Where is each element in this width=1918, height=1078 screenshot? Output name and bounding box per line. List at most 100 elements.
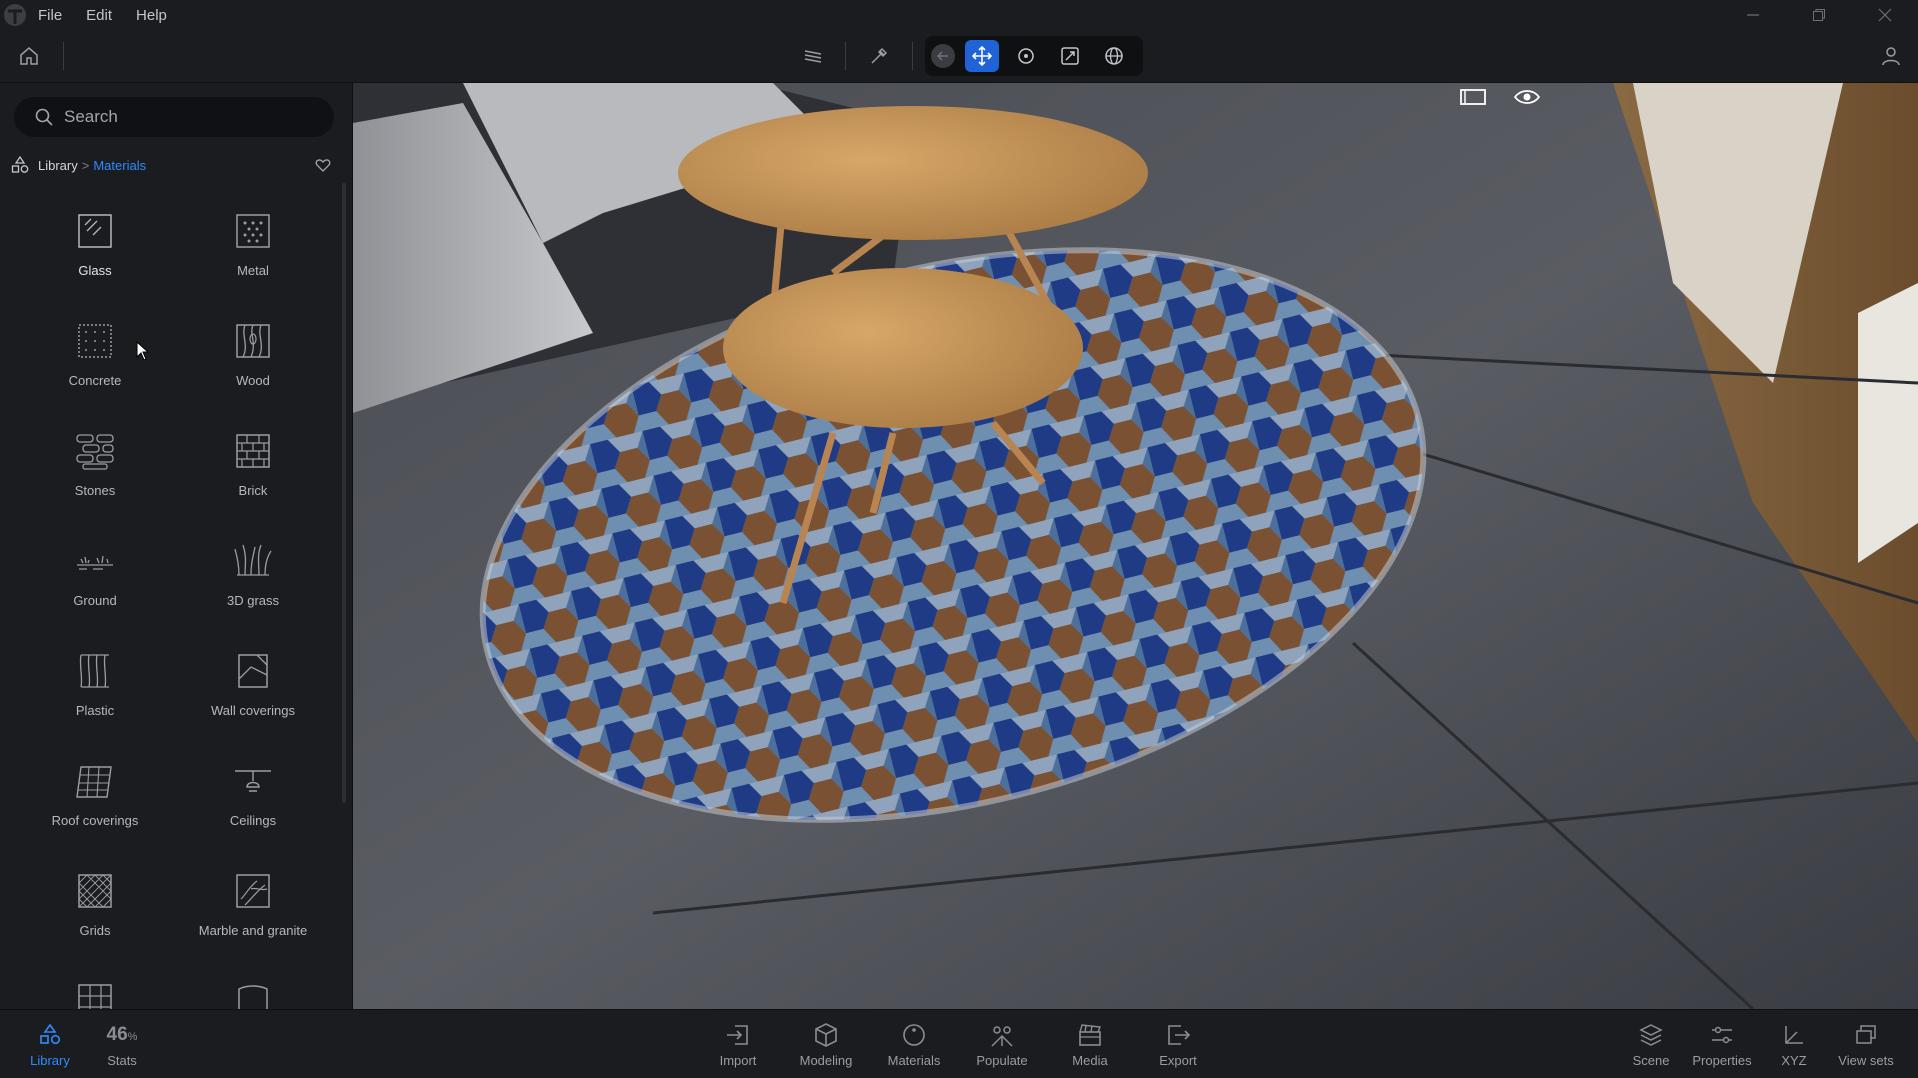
search-box[interactable] <box>14 97 334 137</box>
home-button[interactable] <box>14 30 44 82</box>
stats-value: 46 <box>106 1024 128 1045</box>
modeling-tab[interactable]: Modeling <box>786 1010 866 1078</box>
rotate-icon <box>1018 48 1034 64</box>
menu-edit[interactable]: Edit <box>86 7 112 24</box>
user-account-button[interactable] <box>1876 30 1906 82</box>
scale-icon <box>1061 47 1079 65</box>
category-wall-coverings[interactable]: Wall coverings <box>178 641 328 741</box>
move-tool-button[interactable] <box>965 40 999 72</box>
category-tiles-partial[interactable] <box>20 971 170 1009</box>
3d-viewport[interactable] <box>353 83 1918 1009</box>
category-metal[interactable]: Metal <box>178 201 328 301</box>
breadcrumb: Library > Materials <box>10 153 146 177</box>
ceilings-icon <box>235 770 271 792</box>
properties-tab[interactable]: Properties <box>1682 1010 1762 1078</box>
category-roof-coverings[interactable]: Roof coverings <box>20 751 170 851</box>
axes-icon <box>1785 1026 1803 1044</box>
glass-icon <box>78 214 112 248</box>
menu-file[interactable]: File <box>38 7 62 24</box>
breadcrumb-library[interactable]: Library <box>38 158 78 173</box>
plastic-icon <box>79 654 109 688</box>
transform-tools <box>925 36 1143 76</box>
view-sets-tab[interactable]: View sets <box>1826 1010 1906 1078</box>
sliders-icon <box>1712 1026 1732 1044</box>
concrete-icon <box>78 324 112 358</box>
pipette-icon <box>871 47 888 64</box>
main-toolbar <box>0 30 1918 83</box>
materials-tab[interactable]: Materials <box>874 1010 954 1078</box>
clapperboard-icon <box>1079 1024 1101 1046</box>
library-shapes-icon <box>40 1023 61 1045</box>
restore-icon <box>1813 9 1825 21</box>
pipette-button[interactable] <box>864 30 894 82</box>
close-icon <box>1878 8 1892 22</box>
ground-icon <box>77 555 113 570</box>
view-mode-button[interactable] <box>1509 87 1545 107</box>
arrow-left-icon <box>936 51 948 61</box>
panel-icon <box>1460 89 1486 105</box>
rotate-tool-button[interactable] <box>1009 40 1043 72</box>
cube-icon <box>815 1023 837 1047</box>
restore-button[interactable] <box>1786 0 1852 30</box>
menu-bar: File Edit Help <box>0 0 1918 30</box>
stats-unit: % <box>127 1031 138 1043</box>
category-textile-partial[interactable] <box>178 971 328 1009</box>
library-sidebar: Library > Materials Glass Metal Concrete… <box>0 83 353 1009</box>
back-button[interactable] <box>931 44 955 68</box>
export-icon <box>1168 1025 1191 1045</box>
material-sphere-icon <box>903 1024 925 1046</box>
wall-coverings-icon <box>238 654 268 688</box>
category-grids[interactable]: Grids <box>20 861 170 961</box>
category-glass[interactable]: Glass <box>20 201 170 301</box>
category-brick[interactable]: Brick <box>178 421 328 521</box>
populate-tab[interactable]: Populate <box>962 1010 1042 1078</box>
breadcrumb-materials[interactable]: Materials <box>93 158 146 173</box>
category-3d-grass[interactable]: 3D grass <box>178 531 328 631</box>
app-logo-icon <box>4 4 26 26</box>
stats-readout: 46 % <box>107 1024 138 1046</box>
heart-icon <box>315 159 331 172</box>
sidebar-scrollbar[interactable] <box>342 183 346 803</box>
populate-icon <box>991 1026 1013 1047</box>
stats-tab[interactable]: 46 % Stats <box>82 1010 162 1078</box>
minimize-icon <box>1747 14 1759 16</box>
library-shapes-icon <box>11 155 29 173</box>
export-tab[interactable]: Export <box>1138 1010 1218 1078</box>
menu-help[interactable]: Help <box>136 7 167 24</box>
home-icon <box>20 47 38 65</box>
layers-stack-icon <box>1639 1024 1663 1046</box>
category-ceilings[interactable]: Ceilings <box>178 751 328 851</box>
category-stones[interactable]: Stones <box>20 421 170 521</box>
xyz-tab[interactable]: XYZ <box>1754 1010 1834 1078</box>
world-space-button[interactable] <box>1097 40 1131 72</box>
minimize-button[interactable] <box>1720 0 1786 30</box>
close-button[interactable] <box>1852 0 1918 30</box>
tiles-icon <box>78 984 112 1009</box>
category-plastic[interactable]: Plastic <box>20 641 170 741</box>
scale-tool-button[interactable] <box>1053 40 1087 72</box>
window-controls <box>1720 0 1918 30</box>
marble-icon <box>236 874 270 908</box>
import-tab[interactable]: Import <box>698 1010 778 1078</box>
layers-button[interactable] <box>798 30 828 82</box>
import-icon <box>727 1025 748 1045</box>
scene-render <box>353 83 1918 1009</box>
view-sets-icon <box>1856 1025 1876 1044</box>
category-concrete[interactable]: Concrete <box>20 311 170 411</box>
layers-icon <box>804 50 822 63</box>
grass-icon <box>234 544 272 576</box>
scene-tab[interactable]: Scene <box>1611 1010 1691 1078</box>
category-ground[interactable]: Ground <box>20 531 170 631</box>
library-tab[interactable]: Library <box>10 1010 90 1078</box>
bottom-bar: Library 46 % Stats Import Modeling Mater… <box>0 1009 1918 1078</box>
category-marble-and-granite[interactable]: Marble and granite <box>178 861 328 961</box>
search-icon <box>35 108 53 126</box>
search-input[interactable] <box>62 106 326 128</box>
favorites-button[interactable] <box>311 153 335 177</box>
split-view-button[interactable] <box>1455 87 1491 107</box>
media-tab[interactable]: Media <box>1050 1010 1130 1078</box>
category-wood[interactable]: Wood <box>178 311 328 411</box>
globe-icon <box>1105 47 1123 65</box>
mouse-cursor-icon <box>136 341 150 361</box>
metal-icon <box>236 214 270 248</box>
